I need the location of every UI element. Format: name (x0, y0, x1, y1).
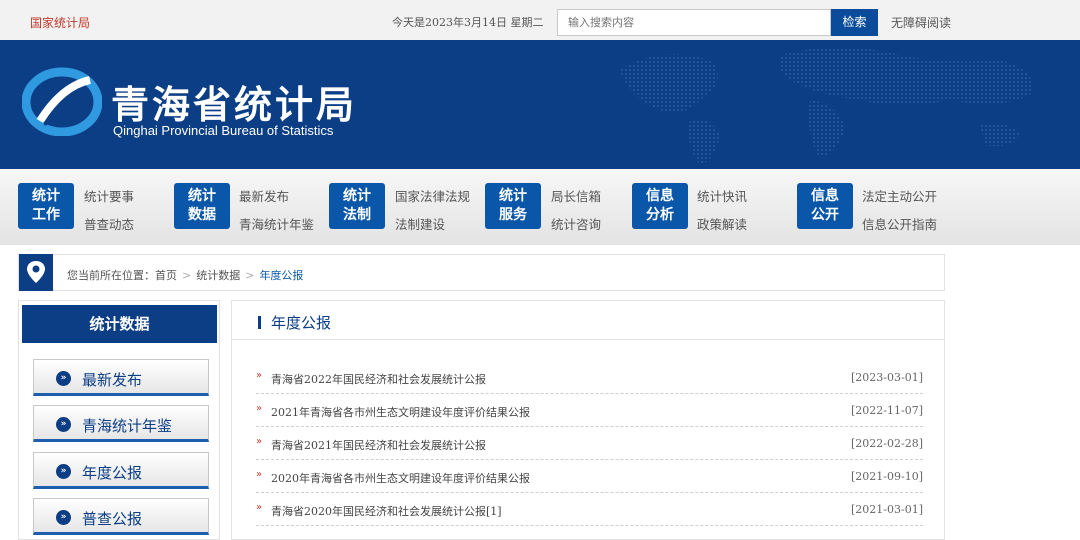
nav-link[interactable]: 局长信箱 (551, 186, 601, 205)
site-title-en: Qinghai Provincial Bureau of Statistics (113, 123, 334, 138)
list-item-date: [2022-11-07] (850, 404, 923, 417)
double-chevron-icon: » (56, 417, 71, 432)
chevron-right-icon: > (245, 269, 255, 282)
site-title-cn: 青海省统计局 (111, 83, 358, 127)
national-bureau-link[interactable]: 国家统计局 (30, 14, 90, 31)
sidebar-item-label: 年度公报 (82, 464, 143, 482)
accessibility-link[interactable]: 无障碍阅读 (891, 14, 951, 31)
double-chevron-icon: » (56, 371, 71, 386)
chevron-right-icon: > (182, 269, 192, 282)
nav-link[interactable]: 青海统计年鉴 (239, 214, 314, 233)
list-item[interactable]: » 青海省2021年国民经济和社会发展统计公报 [2022-02-28] (256, 427, 923, 460)
panel-title: 年度公报 (258, 312, 331, 333)
double-chevron-icon: » (256, 469, 263, 480)
nav-link[interactable]: 统计要事 (84, 186, 134, 205)
list-item[interactable]: » 青海省2022年国民经济和社会发展统计公报 [2023-03-01] (256, 361, 923, 394)
nav-badge[interactable]: 统计 服务 (485, 183, 541, 229)
list-item-title[interactable]: 青海省2020年国民经济和社会发展统计公报[1] (271, 503, 502, 519)
nav-link[interactable]: 国家法律法规 (395, 186, 470, 205)
current-date: 今天是2023年3月14日 星期二 (392, 16, 544, 29)
list-item-date: [2021-03-01] (850, 503, 923, 516)
breadcrumb-current[interactable]: 年度公报 (259, 269, 303, 282)
search-button[interactable]: 检索 (831, 9, 878, 36)
header-banner: 青海省统计局 Qinghai Provincial Bureau of Stat… (0, 40, 1080, 169)
double-chevron-icon: » (256, 502, 263, 513)
nav-link[interactable]: 普查动态 (84, 214, 134, 233)
list-item-date: [2023-03-01] (850, 371, 923, 384)
breadcrumb-home[interactable]: 首页 (155, 269, 177, 282)
list-item[interactable]: » 青海省2020年国民经济和社会发展统计公报[1] [2021-03-01] (256, 493, 923, 526)
breadcrumb-stats-data[interactable]: 统计数据 (196, 269, 240, 282)
sidebar-item-census-bulletin[interactable]: » 普查公报 (33, 498, 209, 535)
list-item[interactable]: » 2021年青海省各市州生态文明建设年度评价结果公报 [2022-11-07] (256, 394, 923, 427)
nav-badge[interactable]: 信息 分析 (632, 183, 688, 229)
sidebar-item-label: 青海统计年鉴 (82, 417, 173, 435)
search-input[interactable] (558, 10, 830, 35)
list-item-title[interactable]: 青海省2021年国民经济和社会发展统计公报 (271, 437, 486, 453)
double-chevron-icon: » (256, 370, 263, 381)
world-map-decoration (620, 47, 1032, 165)
breadcrumb-trail: 您当前所在位置：首页 > 统计数据 > 年度公报 (67, 267, 303, 283)
sidebar: 统计数据 » 最新发布 » 青海统计年鉴 » 年度公报 » 普查公报 (18, 300, 220, 540)
nav-badge[interactable]: 统计 法制 (329, 183, 385, 229)
double-chevron-icon: » (256, 436, 263, 447)
list-item-title[interactable]: 青海省2022年国民经济和社会发展统计公报 (271, 371, 486, 387)
location-pin-icon (19, 254, 53, 291)
search-box (557, 9, 831, 36)
double-chevron-icon: » (256, 403, 263, 414)
nav-link[interactable]: 法制建设 (395, 214, 445, 233)
nav-link[interactable]: 法定主动公开 (862, 186, 937, 205)
nav-badge[interactable]: 统计 工作 (18, 183, 74, 229)
sidebar-item-label: 最新发布 (82, 371, 143, 389)
nav-badge[interactable]: 信息 公开 (797, 183, 853, 229)
breadcrumb-prefix: 您当前所在位置： (67, 269, 155, 282)
divider (232, 339, 944, 340)
nav-link[interactable]: 信息公开指南 (862, 214, 937, 233)
breadcrumb: 您当前所在位置：首页 > 统计数据 > 年度公报 (18, 254, 945, 291)
main-nav: 统计 工作 统计要事 普查动态 统计 数据 最新发布 青海统计年鉴 统计 法制 国家法… (0, 169, 1080, 245)
sidebar-item-yearbook[interactable]: » 青海统计年鉴 (33, 405, 209, 442)
sidebar-title: 统计数据 (22, 305, 217, 343)
sidebar-item-annual-bulletin[interactable]: » 年度公报 (33, 452, 209, 489)
top-bar: 国家统计局 今天是2023年3月14日 星期二 检索 无障碍阅读 (0, 0, 1080, 40)
nav-badge[interactable]: 统计 数据 (174, 183, 230, 229)
list-item-title[interactable]: 2021年青海省各市州生态文明建设年度评价结果公报 (271, 404, 530, 420)
double-chevron-icon: » (56, 464, 71, 479)
sidebar-item-latest-release[interactable]: » 最新发布 (33, 359, 209, 396)
double-chevron-icon: » (56, 510, 71, 525)
nav-link[interactable]: 统计快讯 (697, 186, 747, 205)
list-item-date: [2021-09-10] (850, 470, 923, 483)
nav-link[interactable]: 统计咨询 (551, 214, 601, 233)
content-panel: 年度公报 » 青海省2022年国民经济和社会发展统计公报 [2023-03-01… (231, 300, 945, 540)
sidebar-item-label: 普查公报 (82, 510, 143, 528)
list-item[interactable]: » 2020年青海省各市州生态文明建设年度评价结果公报 [2021-09-10] (256, 460, 923, 493)
list-item-title[interactable]: 2020年青海省各市州生态文明建设年度评价结果公报 (271, 470, 530, 486)
nav-link[interactable]: 政策解读 (697, 214, 747, 233)
nav-link[interactable]: 最新发布 (239, 186, 289, 205)
bureau-logo-icon (22, 67, 102, 136)
list-item-date: [2022-02-28] (850, 437, 923, 450)
